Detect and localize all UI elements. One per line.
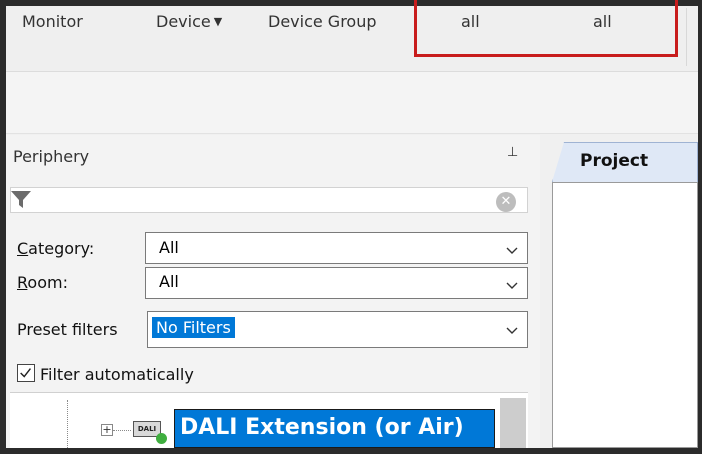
menu-monitor[interactable]: Monitor — [22, 12, 83, 31]
expand-icon[interactable]: + — [101, 424, 113, 436]
category-label: Category: — [17, 239, 95, 258]
room-select[interactable] — [145, 267, 528, 299]
menu-device-group[interactable]: Device Group — [268, 12, 377, 31]
category-value: All — [159, 238, 179, 257]
filter-value-1[interactable]: all — [461, 12, 480, 31]
caret-down-icon: ▼ — [213, 15, 223, 28]
chevron-down-icon — [506, 247, 518, 254]
filter-search-input[interactable] — [10, 187, 528, 213]
window-frame-right — [698, 0, 702, 454]
project-content[interactable] — [552, 182, 698, 448]
checkmark-icon — [20, 368, 32, 378]
pin-icon[interactable]: ⊥ — [507, 145, 518, 160]
menu-device[interactable]: Device ▼ — [156, 12, 222, 31]
preset-filters-label: Preset filters — [17, 320, 118, 339]
separator — [686, 8, 687, 66]
room-label: Room: — [17, 273, 68, 292]
funnel-icon — [11, 191, 31, 208]
chevron-down-icon — [506, 327, 518, 334]
clear-filter-icon[interactable]: ✕ — [496, 192, 516, 212]
preset-filters-value: No Filters — [152, 317, 235, 338]
filter-value-2[interactable]: all — [593, 12, 612, 31]
panel-title: Periphery — [13, 147, 90, 166]
status-online-icon — [156, 433, 167, 444]
highlight-box — [414, 0, 678, 57]
filter-automatically-checkbox[interactable] — [17, 364, 35, 382]
tree-line — [113, 430, 131, 431]
window-frame-bottom — [0, 448, 702, 454]
tree-line — [67, 400, 68, 448]
tree-scrollbar[interactable] — [500, 398, 526, 448]
tab-project-label: Project — [580, 151, 649, 171]
filter-automatically-label: Filter automatically — [40, 365, 194, 384]
tree-item-selected[interactable]: DALI Extension (or Air) — [174, 409, 495, 448]
chevron-down-icon — [506, 282, 518, 289]
category-select[interactable] — [145, 232, 528, 264]
toolbar — [6, 72, 698, 134]
room-value: All — [159, 272, 179, 291]
